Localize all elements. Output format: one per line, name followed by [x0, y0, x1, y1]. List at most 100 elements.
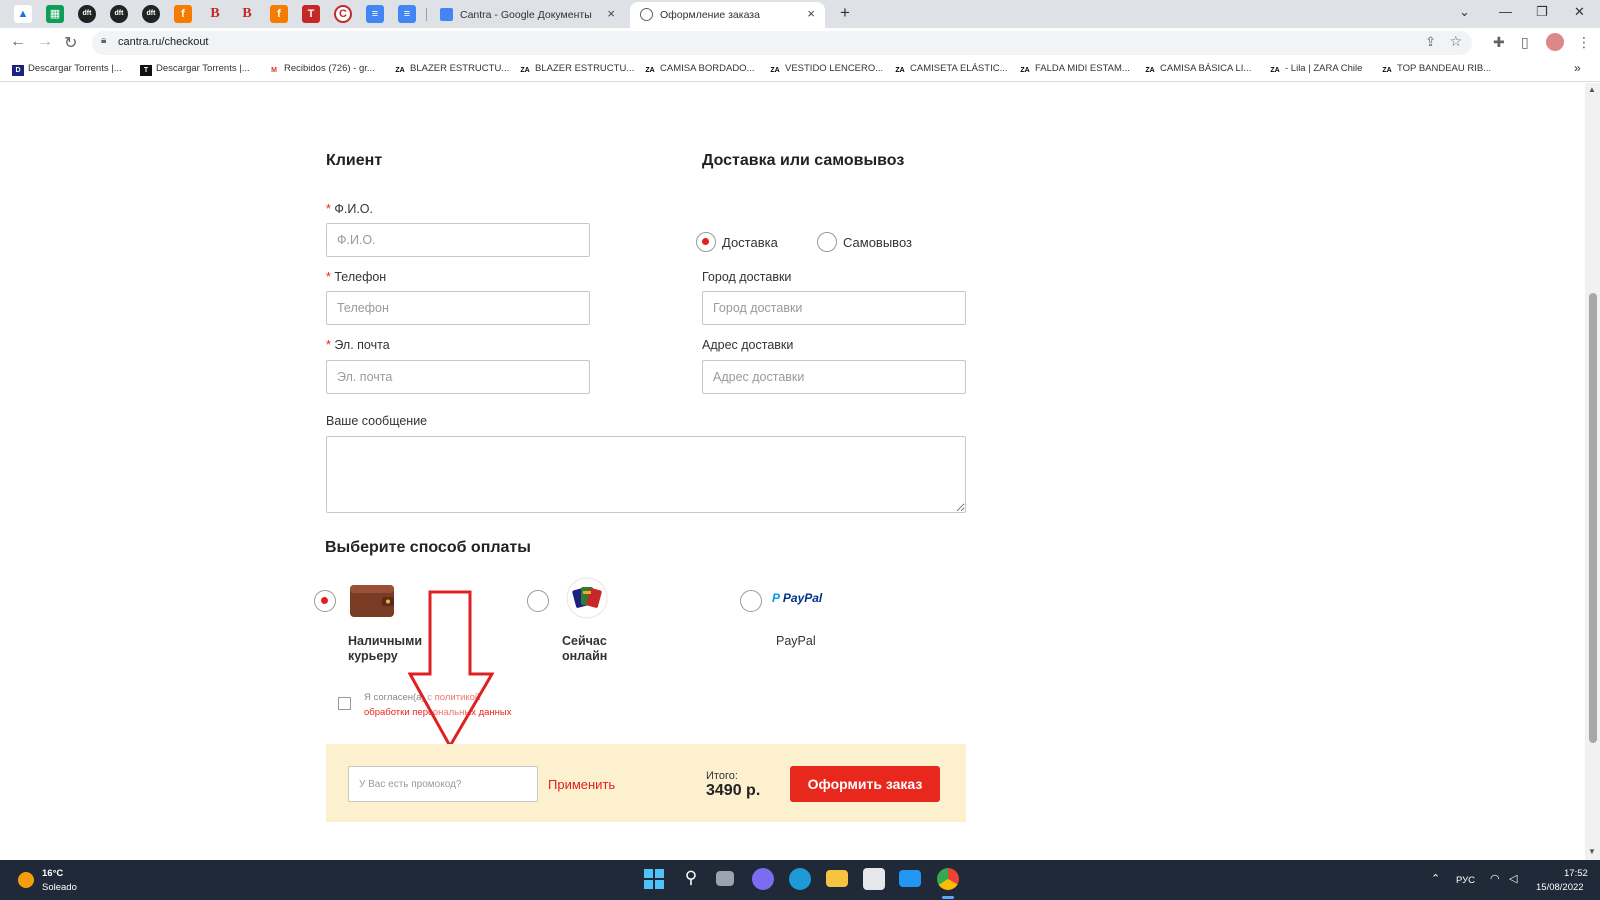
- bookmark-item[interactable]: D Descargar Torrents |...: [12, 63, 122, 76]
- dft-icon[interactable]: dft: [142, 5, 160, 23]
- scroll-down-icon[interactable]: ▼: [1588, 847, 1596, 856]
- phone-label: * Телефон: [326, 270, 387, 284]
- dft-icon[interactable]: dft: [78, 5, 96, 23]
- chrome-icon[interactable]: [937, 868, 959, 890]
- message-label: Ваше сообщение: [326, 414, 428, 428]
- wallet-icon: [348, 583, 398, 619]
- tray-overflow-icon[interactable]: ⌃: [1431, 872, 1440, 885]
- bookmark-item[interactable]: ZA - Lila | ZARA Chile: [1269, 63, 1362, 76]
- more-bookmarks-icon[interactable]: »: [1574, 61, 1581, 75]
- search-icon[interactable]: ⚲: [680, 868, 702, 890]
- edge-icon[interactable]: [789, 868, 811, 890]
- payment-cash-radio[interactable]: [314, 590, 336, 612]
- bookmark-star-icon[interactable]: ☆: [1449, 33, 1462, 50]
- extensions-icon[interactable]: ✚: [1493, 34, 1505, 51]
- close-icon[interactable]: ×: [607, 6, 615, 21]
- city-input[interactable]: [702, 291, 966, 325]
- payment-paypal-label[interactable]: PayPal: [776, 634, 816, 649]
- bookmark-item[interactable]: ZA CAMISETA ELÁSTIC...: [894, 63, 1007, 76]
- bookmark-item[interactable]: M Recibidos (726) - gr...: [268, 63, 375, 76]
- active-app-indicator: [942, 896, 954, 899]
- zara-icon: ZA: [1382, 67, 1392, 74]
- bookmark-item[interactable]: ZA VESTIDO LENCERO...: [769, 63, 883, 76]
- reload-icon[interactable]: ↻: [64, 33, 77, 53]
- b-icon[interactable]: B: [206, 5, 224, 23]
- windows-start-icon[interactable]: [643, 868, 665, 890]
- side-panel-icon[interactable]: ▯: [1521, 34, 1529, 51]
- message-textarea[interactable]: [326, 436, 966, 513]
- payment-paypal-radio[interactable]: [740, 590, 762, 612]
- share-icon[interactable]: ⇪: [1425, 34, 1436, 50]
- window-close-icon[interactable]: ✕: [1574, 4, 1585, 20]
- name-label: * Ф.И.О.: [326, 202, 373, 216]
- clock-time[interactable]: 17:52: [1564, 868, 1588, 879]
- url-text: cantra.ru/checkout: [118, 36, 209, 48]
- weather-sun-icon[interactable]: [18, 872, 34, 888]
- back-icon[interactable]: ←: [10, 33, 26, 51]
- minimize-icon[interactable]: —: [1499, 4, 1512, 19]
- restore-icon[interactable]: ❐: [1536, 4, 1548, 20]
- chat-icon[interactable]: [752, 868, 774, 890]
- pickup-radio[interactable]: [817, 232, 837, 252]
- promo-code-input[interactable]: [348, 766, 538, 802]
- lock-icon: 🔒︎: [101, 35, 107, 46]
- zara-icon: ZA: [645, 67, 655, 74]
- name-input[interactable]: [326, 223, 590, 257]
- address-bar[interactable]: 🔒︎ cantra.ru/checkout ⇪ ☆: [92, 31, 1472, 55]
- volume-icon[interactable]: ◁: [1509, 872, 1517, 885]
- bookmark-item[interactable]: ZA TOP BANDEAU RIB...: [1381, 63, 1491, 76]
- tab-checkout[interactable]: Оформление заказа ×: [630, 2, 825, 28]
- delivery-radio[interactable]: [696, 232, 716, 252]
- page-scrollbar[interactable]: ▲ ▼: [1585, 83, 1600, 860]
- delivery-radio-label[interactable]: Доставка: [722, 235, 778, 250]
- zara-icon: ZA: [895, 67, 905, 74]
- dft-icon[interactable]: dft: [110, 5, 128, 23]
- file-explorer-icon[interactable]: [826, 870, 848, 887]
- place-order-button[interactable]: Оформить заказ: [790, 766, 940, 802]
- menu-icon[interactable]: ⋮: [1577, 34, 1591, 51]
- payment-online-label[interactable]: Сейчас онлайн: [562, 634, 607, 664]
- scroll-thumb[interactable]: [1589, 293, 1597, 743]
- bookmark-item[interactable]: T Descargar Torrents |...: [140, 63, 250, 76]
- bookmark-item[interactable]: ZA CAMISA BORDADO...: [644, 63, 754, 76]
- google-drive-icon[interactable]: ▲: [14, 5, 32, 23]
- close-icon[interactable]: ×: [807, 6, 815, 21]
- f-orange-icon[interactable]: f: [174, 5, 192, 23]
- tab-strip: ▲ ▦ dft dft dft f B B f T C ≡ ≡ Cantra -…: [0, 0, 1600, 28]
- profile-avatar[interactable]: [1546, 33, 1564, 51]
- google-docs-icon[interactable]: ≡: [398, 5, 416, 23]
- google-docs-icon: [440, 8, 453, 21]
- pickup-radio-label[interactable]: Самовывоз: [843, 235, 912, 250]
- clock-date[interactable]: 15/08/2022: [1536, 882, 1584, 893]
- address-input[interactable]: [702, 360, 966, 394]
- task-view-icon[interactable]: [716, 871, 734, 886]
- tab-search-icon[interactable]: ⌄: [1459, 4, 1470, 20]
- tab-google-docs[interactable]: Cantra - Google Документы ×: [430, 2, 625, 28]
- bookmark-item[interactable]: ZA BLAZER ESTRUCTU...: [519, 63, 634, 76]
- google-sheets-icon[interactable]: ▦: [46, 5, 64, 23]
- input-language[interactable]: РУС: [1456, 875, 1475, 886]
- total-value: 3490 р.: [706, 782, 761, 799]
- c-red-icon[interactable]: C: [334, 5, 352, 23]
- bookmark-item[interactable]: ZA BLAZER ESTRUCTU...: [394, 63, 509, 76]
- b-icon[interactable]: B: [238, 5, 256, 23]
- google-docs-icon[interactable]: ≡: [366, 5, 384, 23]
- email-input[interactable]: [326, 360, 590, 394]
- mail-icon[interactable]: [899, 870, 921, 887]
- bookmark-item[interactable]: ZA FALDA MIDI ESTAM...: [1019, 63, 1130, 76]
- store-icon[interactable]: [863, 868, 885, 890]
- f-orange-icon[interactable]: f: [270, 5, 288, 23]
- apply-promo-link[interactable]: Применить: [548, 777, 615, 792]
- weather-text[interactable]: Soleado: [42, 882, 77, 893]
- payment-online-radio[interactable]: [527, 590, 549, 612]
- scroll-up-icon[interactable]: ▲: [1588, 85, 1596, 94]
- bookmark-item[interactable]: ZA CAMISA BÁSICA LI...: [1144, 63, 1251, 76]
- temperature[interactable]: 16°C: [42, 868, 63, 879]
- consent-checkbox[interactable]: [338, 697, 351, 710]
- forward-icon[interactable]: →: [37, 33, 53, 51]
- wifi-icon[interactable]: ◠: [1490, 872, 1500, 885]
- t-red-icon[interactable]: T: [302, 5, 320, 23]
- phone-input[interactable]: [326, 291, 590, 325]
- zara-icon: ZA: [770, 67, 780, 74]
- new-tab-button[interactable]: +: [840, 3, 850, 23]
